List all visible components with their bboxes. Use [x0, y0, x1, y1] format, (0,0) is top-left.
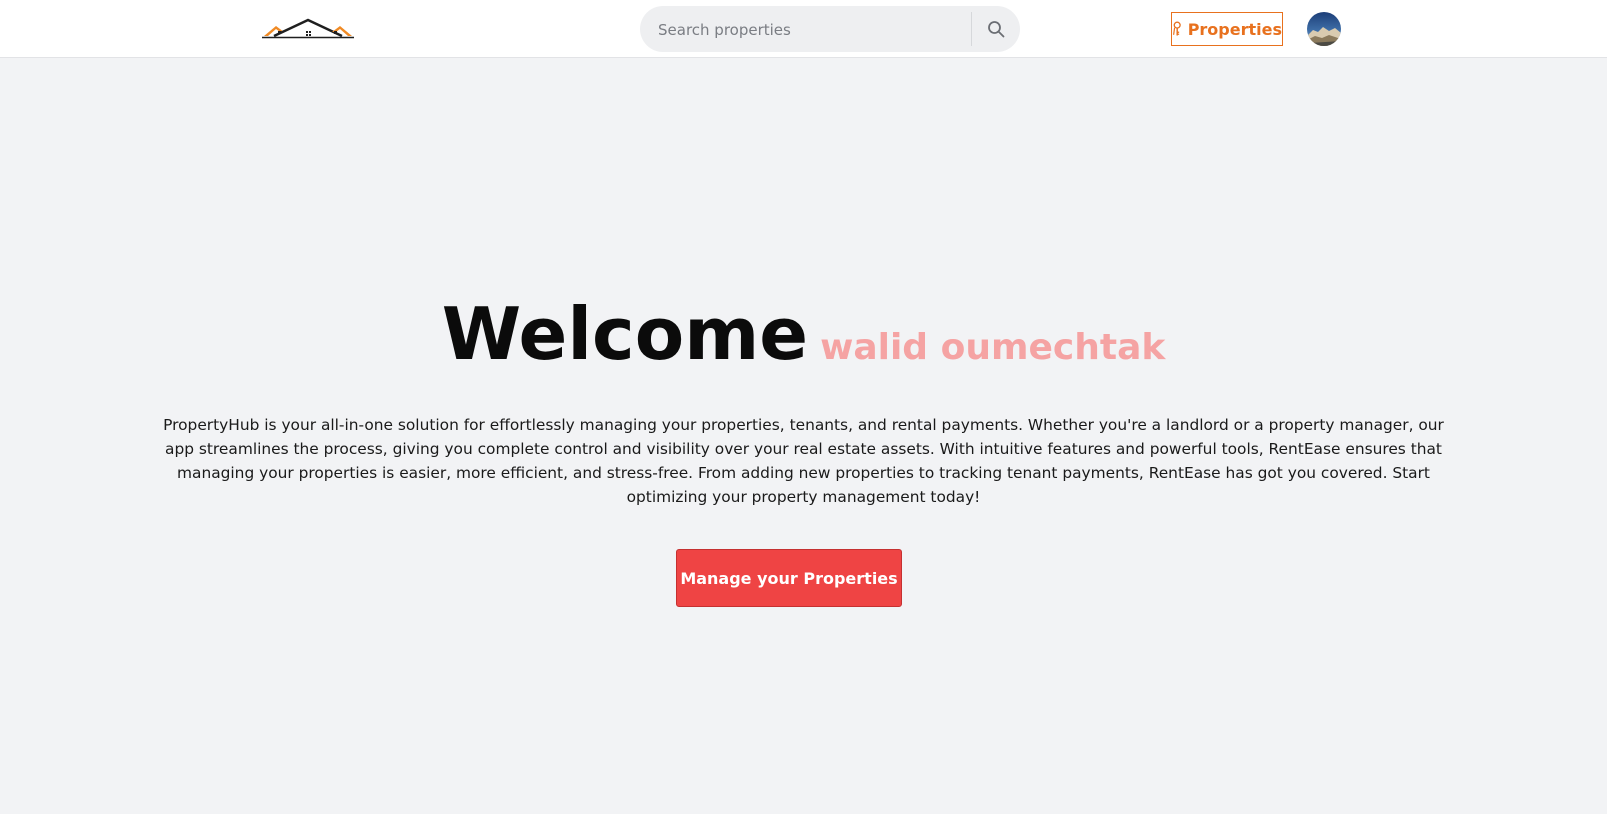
keys-icon	[1173, 21, 1181, 36]
properties-button-label: Properties	[1187, 19, 1282, 39]
properties-button[interactable]: Properties	[1171, 12, 1283, 46]
welcome-heading: Welcome walid oumechtak	[0, 292, 1607, 376]
search-bar	[640, 6, 1020, 54]
search-button[interactable]	[972, 6, 1020, 52]
search-input[interactable]	[656, 6, 980, 54]
manage-properties-button[interactable]: Manage your Properties	[676, 549, 902, 607]
top-navbar: Properties	[0, 0, 1607, 58]
search-icon	[988, 21, 1005, 38]
username-text: walid oumechtak	[820, 327, 1166, 368]
user-avatar[interactable]	[1307, 12, 1341, 46]
intro-description: PropertyHub is your all-in-one solution …	[163, 416, 1444, 506]
house-roofs-logo-icon[interactable]	[262, 18, 354, 40]
welcome-text: Welcome	[441, 292, 809, 376]
